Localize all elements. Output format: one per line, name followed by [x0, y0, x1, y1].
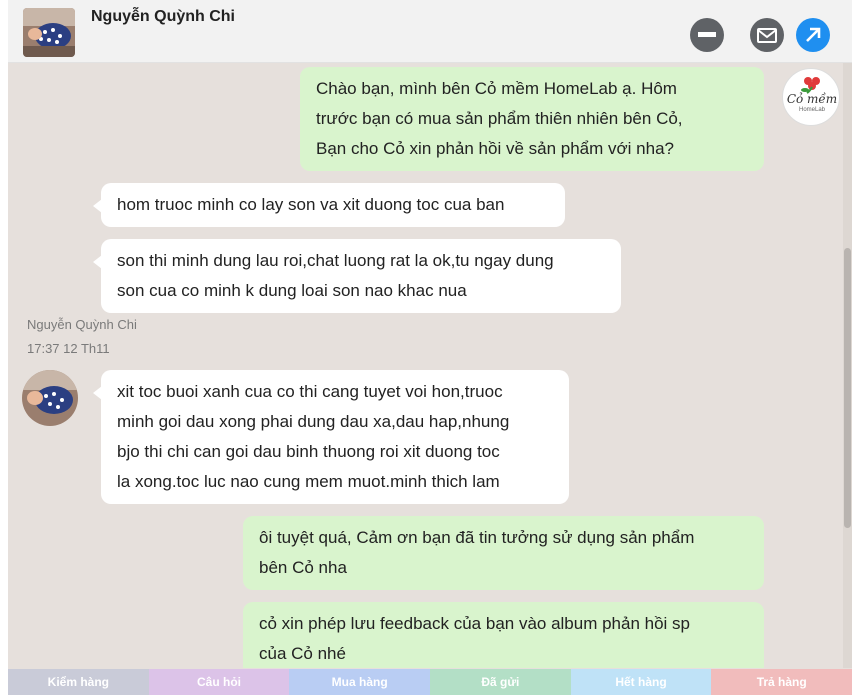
minimize-icon	[698, 32, 716, 37]
message-line: xit toc buoi xanh cua co thi cang tuyet …	[117, 382, 503, 401]
message-line: trước bạn có mua sản phẩm thiên nhiên bê…	[316, 109, 683, 128]
tag-het-hang[interactable]: Hết hàng	[570, 669, 712, 695]
open-external-icon	[806, 27, 821, 42]
brand-subtitle: HomeLab	[798, 107, 825, 113]
message-line: son cua co minh k dung loai son nao khac…	[117, 281, 467, 300]
message-line: ôi tuyệt quá, Cảm ơn bạn đã tin tưởng sử…	[259, 528, 695, 547]
tag-mua-hang[interactable]: Mua hàng	[289, 669, 431, 695]
tag-cau-hoi[interactable]: Câu hỏi	[148, 669, 290, 695]
message-line: Bạn cho Cỏ xin phản hồi về sản phẩm với …	[316, 139, 674, 158]
tag-kiem-hang[interactable]: Kiểm hàng	[8, 669, 149, 695]
scrollbar-thumb[interactable]	[844, 248, 851, 528]
chat-window: Nguyễn Quỳnh Chi Chào bạn, mình bên Cỏ m…	[8, 0, 852, 695]
message-timestamp: 17:37 12 Th11	[27, 341, 110, 356]
incoming-message[interactable]: xit toc buoi xanh cua co thi cang tuyet …	[93, 370, 569, 504]
brand-logo: Cỏ mềm HomeLab	[782, 68, 840, 126]
tag-da-gui[interactable]: Đã gửi	[430, 669, 571, 695]
message-line: bên Cỏ nha	[259, 558, 347, 577]
incoming-message[interactable]: hom truoc minh co lay son va xit duong t…	[93, 183, 565, 227]
tag-bar: Kiểm hàng Câu hỏi Mua hàng Đã gửi Hết hà…	[8, 669, 852, 695]
chat-scrollbar[interactable]	[843, 63, 852, 668]
sender-avatar[interactable]	[22, 370, 78, 426]
message-line: son thi minh dung lau roi,chat luong rat…	[117, 251, 554, 270]
incoming-message[interactable]: son thi minh dung lau roi,chat luong rat…	[93, 239, 621, 313]
message-line: Chào bạn, mình bên Cỏ mềm HomeLab ạ. Hôm	[316, 79, 677, 98]
mail-icon	[757, 28, 777, 43]
sender-name: Nguyễn Quỳnh Chi	[27, 317, 137, 332]
message-line: minh goi dau xong phai dung dau xa,dau h…	[117, 412, 510, 431]
contact-name: Nguyễn Quỳnh Chi	[91, 8, 235, 25]
minimize-button[interactable]	[690, 18, 724, 52]
message-list[interactable]: Chào bạn, mình bên Cỏ mềm HomeLab ạ. Hôm…	[8, 63, 852, 668]
chat-header: Nguyễn Quỳnh Chi	[8, 0, 852, 63]
message-line: la xong.toc luc nao cung mem muot.minh t…	[117, 472, 500, 491]
message-line: bjo thi chi can goi dau binh thuong roi …	[117, 442, 500, 461]
outgoing-message[interactable]: cỏ xin phép lưu feedback của bạn vào alb…	[243, 602, 764, 668]
open-external-button[interactable]	[796, 18, 830, 52]
tag-tra-hang[interactable]: Trả hàng	[711, 669, 852, 695]
outgoing-message[interactable]: ôi tuyệt quá, Cảm ơn bạn đã tin tưởng sử…	[243, 516, 764, 590]
message-line: cỏ xin phép lưu feedback của bạn vào alb…	[259, 614, 691, 633]
message-line: hom truoc minh co lay son va xit duong t…	[117, 195, 505, 214]
contact-avatar[interactable]	[23, 8, 75, 57]
message-line: của Cỏ nhé	[259, 644, 346, 663]
outgoing-message[interactable]: Chào bạn, mình bên Cỏ mềm HomeLab ạ. Hôm…	[300, 67, 764, 171]
brand-name: Cỏ mềm	[786, 92, 838, 106]
mail-button[interactable]	[750, 18, 784, 52]
